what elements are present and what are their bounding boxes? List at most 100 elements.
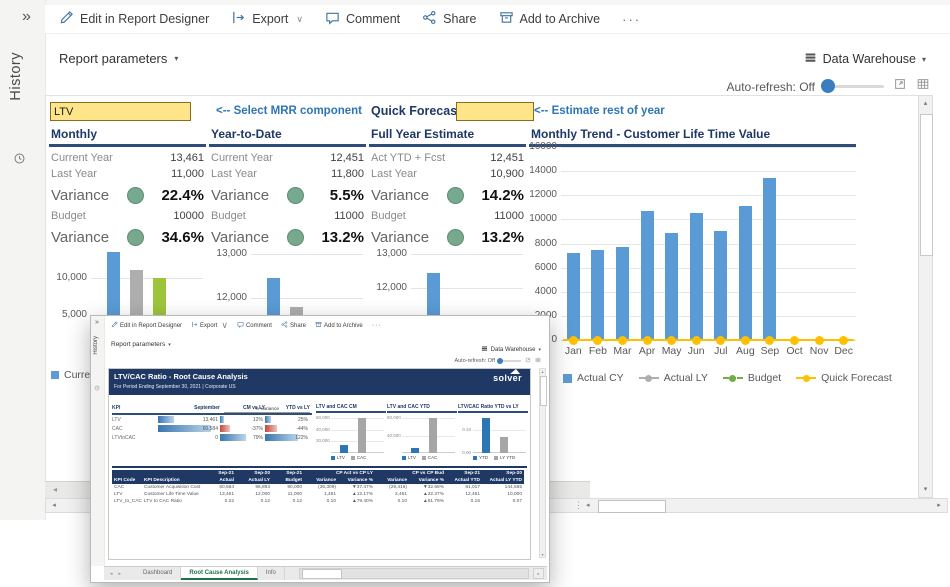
solver-logo-text: solver <box>493 373 522 383</box>
chevron-down-icon[interactable]: ∨ <box>296 14 303 25</box>
scroll-up-icon[interactable]: ▴ <box>540 369 545 374</box>
kpi-row: Budget11000 <box>369 208 526 224</box>
table-cell: 0.12 <box>272 498 304 505</box>
report-parameters-dropdown[interactable]: Report parameters ▾ <box>59 51 178 66</box>
quick-forecast-label: Quick Forecast: <box>371 104 465 118</box>
sidebar-item-history[interactable]: History <box>8 52 24 101</box>
gridline <box>561 316 856 317</box>
auto-refresh-slider[interactable] <box>824 85 884 88</box>
scroll-up-icon[interactable]: ▴ <box>919 97 932 110</box>
scroll-down-icon[interactable]: ▾ <box>919 483 932 496</box>
cm-vs-ly-cell: -37% <box>220 424 265 433</box>
legend-item: Actual CY <box>563 372 624 384</box>
data-bar <box>220 425 230 432</box>
table-cell: ▲79.40% <box>338 498 375 505</box>
popup-expand-sidebar-icon[interactable]: » <box>95 319 99 326</box>
popup-vertical-scrollbar[interactable]: ▴ ▾ <box>539 368 546 558</box>
add-to-archive-button[interactable]: Add to Archive <box>315 321 363 330</box>
cm-vs-ly-cell: 79% <box>220 433 265 442</box>
scrollbar-drag-dots-icon[interactable]: ⋮ <box>574 500 583 511</box>
kpi-row: Variance13.2% <box>369 224 526 250</box>
cell-value: 0 <box>215 435 218 441</box>
tab-nav-right-icon[interactable]: ▸ <box>119 571 122 577</box>
table-row: LTV_to_CACLTV to CAC Ratio0.220.120.120.… <box>112 498 524 505</box>
tab-nav-left-icon[interactable]: ◂ <box>110 571 113 577</box>
data-bar <box>220 416 224 423</box>
scroll-left-icon[interactable]: ◂ <box>48 500 60 511</box>
vertical-scrollbar[interactable]: ▴ ▾ <box>918 95 933 498</box>
solver-logo: solver <box>493 373 522 383</box>
more-options-button[interactable]: ··· <box>372 322 382 329</box>
popup-hscroll-thumb[interactable] <box>302 569 342 579</box>
sheet-tab-root-cause-analysis[interactable]: Root Cause Analysis <box>181 567 257 580</box>
add-to-archive-button[interactable]: Add to Archive <box>499 10 601 28</box>
quick-forecast-input[interactable] <box>456 102 534 121</box>
table-cell: ▼37.47% <box>338 484 375 491</box>
quick-forecast-legend-marker <box>796 374 816 383</box>
chevron-down-icon[interactable]: ∨ <box>221 320 228 331</box>
table-cell: CAC <box>112 484 142 491</box>
share-button[interactable]: Share <box>281 321 306 330</box>
scroll-right-icon[interactable]: ▸ <box>933 500 945 511</box>
actual-cy-bar <box>591 250 604 340</box>
col-header-cm-vs-ly: CM vs LY <box>220 405 265 413</box>
app-window: » History Edit in Report Designer Export… <box>0 0 950 587</box>
scroll-right-icon[interactable]: ▸ <box>533 568 544 579</box>
edit-in-report-designer-button[interactable]: Edit in Report Designer <box>111 321 182 330</box>
cell-value: 13,461 <box>203 417 218 423</box>
resize-report-icon[interactable] <box>525 357 531 365</box>
y-tick-label: 80,000 <box>387 415 400 420</box>
history-sidebar: » History <box>0 0 46 520</box>
share-button[interactable]: Share <box>422 10 476 28</box>
popup-report-subtitle: For Period Ending September 30, 2021 | C… <box>114 384 236 390</box>
popup-data-warehouse-label: Data Warehouse <box>491 347 536 353</box>
comment-button[interactable]: Comment <box>325 10 400 28</box>
table-cell: 12,000 <box>236 491 272 498</box>
scroll-left-small-icon[interactable]: ◂ <box>586 500 590 512</box>
comment-button[interactable]: Comment <box>237 321 272 330</box>
chart-bar <box>340 445 348 453</box>
kpi-row: Budget11000 <box>209 208 366 224</box>
y-tick-label: 8000 <box>529 238 557 249</box>
legend-marker <box>422 456 426 460</box>
legend-item: YTD <box>473 455 488 460</box>
more-options-button[interactable]: ··· <box>622 12 641 27</box>
legend-item: Budget <box>723 372 781 384</box>
popup-data-warehouse-dropdown[interactable]: Data Warehouse ▾ <box>481 345 541 354</box>
mrr-component-input[interactable] <box>50 102 191 121</box>
grid-view-icon[interactable] <box>916 77 930 96</box>
cell-value: -37% <box>251 426 263 432</box>
scroll-down-icon[interactable]: ▾ <box>540 552 545 557</box>
y-tick-label: 60,000 <box>316 415 329 420</box>
horizontal-scroll-thumb[interactable] <box>598 500 666 513</box>
popup-horizontal-scrollbar[interactable] <box>299 568 529 579</box>
sheet-tab-info[interactable]: Info <box>258 567 285 580</box>
ltv-cac-ytd-chart: LTV and CAC YTD 80,00040,000LTVCAC <box>387 404 457 460</box>
popup-auto-refresh-slider[interactable] <box>499 360 521 362</box>
grid-view-icon[interactable] <box>535 357 541 365</box>
edit-label: Edit in Report Designer <box>80 12 209 26</box>
quick-forecast-line <box>563 339 854 341</box>
popup-report-canvas: LTV/CAC Ratio - Root Cause Analysis For … <box>108 368 531 560</box>
gridline <box>251 254 363 255</box>
gridline <box>561 268 856 269</box>
table-cell: (29,416) <box>375 484 409 491</box>
column-header: Actual LY <box>236 477 272 484</box>
sheet-tab-dashboard[interactable]: Dashboard <box>135 567 181 580</box>
resize-report-icon[interactable] <box>893 77 907 96</box>
auto-refresh-slider-knob[interactable] <box>821 79 835 93</box>
popup-report-parameters-dropdown[interactable]: Report parameters ▾ <box>111 341 171 348</box>
vertical-scroll-thumb[interactable] <box>920 114 933 256</box>
export-label: Export <box>200 323 217 329</box>
export-button[interactable]: Export ∨ <box>191 320 228 331</box>
export-button[interactable]: Export ∨ <box>231 10 303 28</box>
data-warehouse-dropdown[interactable]: Data Warehouse ▾ <box>804 51 926 67</box>
actual-cy-bar <box>665 233 678 340</box>
popup-scroll-thumb[interactable] <box>540 376 547 406</box>
expand-sidebar-icon[interactable]: » <box>22 8 31 26</box>
legend-label: LTV <box>337 455 345 460</box>
popup-slider-knob[interactable] <box>497 358 503 364</box>
popup-sidebar-item-history[interactable]: History <box>93 336 99 355</box>
edit-in-report-designer-button[interactable]: Edit in Report Designer <box>59 10 209 28</box>
tab-nav-left-icon[interactable]: ◂ <box>53 485 57 494</box>
